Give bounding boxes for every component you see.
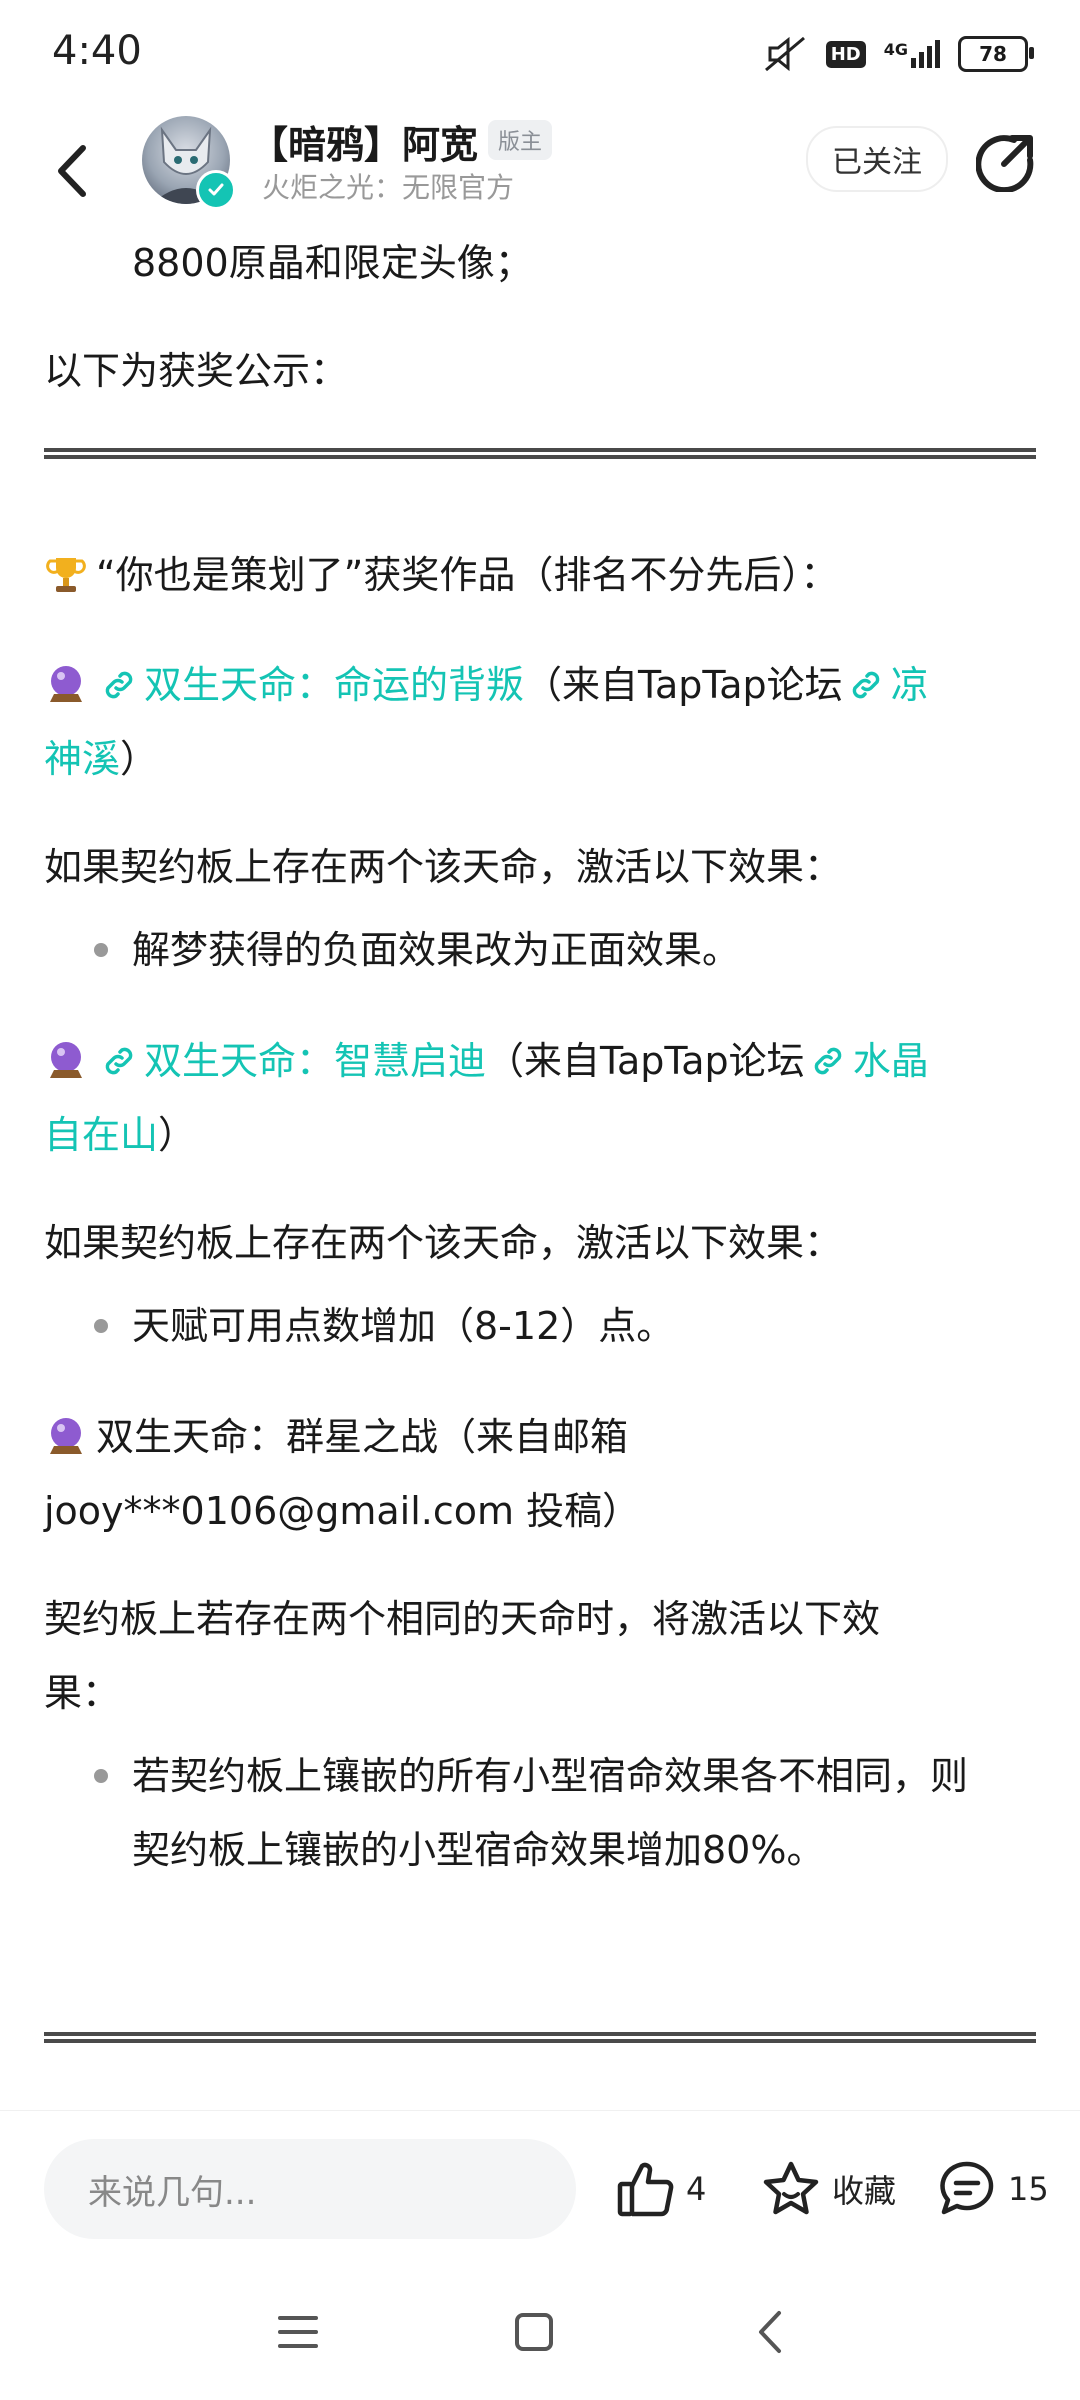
entry-2-link[interactable]: 双生天命：智慧启迪 xyxy=(144,1039,486,1083)
entry-3-title-text: 双生天命：群星之战（来自邮箱 xyxy=(96,1415,629,1459)
entry-1-link[interactable]: 双生天命：命运的背叛 xyxy=(144,663,524,707)
entry-2-title: 双生天命：智慧启迪（来自TapTap论坛 水晶 xyxy=(44,1024,1038,1098)
award-title-text: “你也是策划了”获奖作品（排名不分先后）： xyxy=(96,553,839,597)
menu-icon xyxy=(278,2316,318,2348)
entry-1-bullet: 解梦获得的负面效果改为正面效果。 xyxy=(132,928,741,972)
status-icons: HD 4G 78 xyxy=(762,30,1034,78)
bullet-dot xyxy=(94,1769,108,1783)
trophy-icon xyxy=(46,558,86,592)
link-icon xyxy=(814,1047,841,1075)
entry-1-effect-intro: 如果契约板上存在两个该天命，激活以下效果： xyxy=(44,845,843,889)
entry-1-source: （来自TapTap论坛 xyxy=(524,663,843,707)
like-button[interactable]: 4 xyxy=(614,2151,706,2227)
system-navigation-bar xyxy=(0,2262,1080,2400)
favorite-button[interactable]: 收藏 xyxy=(760,2151,896,2227)
link-icon xyxy=(105,671,133,699)
like-count: 4 xyxy=(686,2170,707,2208)
share-icon xyxy=(976,135,1034,192)
bullet-dot xyxy=(94,943,108,957)
entry-2-title-line2: 自在山） xyxy=(44,1098,1038,1172)
entry-2-bullet: 天赋可用点数增加（8-12）点。 xyxy=(132,1304,675,1348)
comment-count: 15 xyxy=(1008,2170,1049,2208)
entry-1-title: 双生天命：命运的背叛（来自TapTap论坛 凉 xyxy=(44,648,1038,722)
entry-1-title-line2: 神溪） xyxy=(44,722,1038,796)
thumbs-up-icon xyxy=(617,2162,674,2217)
entry-3-effect-intro: 契约板上若存在两个相同的天命时，将激活以下效 xyxy=(44,1597,881,1641)
crystal-ball-icon xyxy=(50,1042,82,1078)
favorite-label: 收藏 xyxy=(832,2172,897,2210)
signal-icon xyxy=(911,40,940,68)
hd-badge: HD xyxy=(825,40,866,68)
back-icon xyxy=(58,145,86,197)
home-square-icon xyxy=(515,2313,553,2351)
author-name[interactable]: 【暗鸦】阿宽 xyxy=(250,114,478,169)
entry-1-author-link[interactable]: 凉 xyxy=(891,663,929,707)
entry-2-effect-intro: 如果契约板上存在两个该天命，激活以下效果： xyxy=(44,1221,843,1265)
follow-button[interactable]: 已关注 xyxy=(806,126,948,192)
divider xyxy=(44,448,1036,459)
entry-3-bullet: 若契约板上镶嵌的所有小型宿命效果各不相同，则 xyxy=(132,1754,969,1798)
home-button[interactable] xyxy=(504,2302,564,2362)
award-title: “你也是策划了”获奖作品（排名不分先后）： xyxy=(44,538,1038,612)
moderator-badge: 版主 xyxy=(488,120,553,160)
menu-button[interactable] xyxy=(268,2302,328,2362)
verified-icon xyxy=(196,170,236,210)
network-indicator: 4G xyxy=(884,40,940,68)
bullet-dot xyxy=(94,1319,108,1333)
bottom-action-bar: 来说几句... 4 收藏 15 xyxy=(0,2110,1080,2261)
entry-3-effect-intro-line2: 果： xyxy=(44,1671,121,1715)
link-icon xyxy=(852,671,879,699)
entry-2-source-end: ） xyxy=(158,1113,197,1157)
entry-3-title-line2: jooy***0106@gmail.com 投稿） xyxy=(44,1489,641,1533)
crystal-ball-icon xyxy=(50,1418,82,1454)
star-icon xyxy=(763,2161,819,2215)
mute-icon xyxy=(764,36,805,72)
entry-3-bullet-line2: 契约板上镶嵌的小型宿命效果增加80%。 xyxy=(132,1828,825,1872)
prize-line: 8800原晶和限定头像； xyxy=(132,241,533,285)
comment-icon xyxy=(940,2161,994,2215)
comment-button[interactable]: 15 xyxy=(936,2151,1049,2227)
link-icon xyxy=(105,1047,133,1075)
comment-input[interactable]: 来说几句... xyxy=(44,2139,576,2239)
announce-line: 以下为获奖公示： xyxy=(44,349,349,393)
post-header: 【暗鸦】阿宽 版主 火炬之光：无限官方 已关注 xyxy=(0,112,1080,230)
entry-1-source-end: ） xyxy=(120,737,159,781)
author-subtitle: 火炬之光：无限官方 xyxy=(262,171,515,204)
nav-back-icon xyxy=(759,2311,781,2353)
entry-1-author-link-cont[interactable]: 神溪 xyxy=(44,737,120,781)
status-bar: 4:40 HD 4G 78 xyxy=(0,0,1080,110)
status-time: 4:40 xyxy=(52,28,142,74)
entry-2-author-link[interactable]: 水晶 xyxy=(853,1039,929,1083)
nav-back-button[interactable] xyxy=(740,2302,800,2362)
divider xyxy=(44,2032,1036,2043)
crystal-ball-icon xyxy=(50,666,82,702)
battery-icon: 78 xyxy=(958,36,1034,72)
back-button[interactable] xyxy=(42,134,102,208)
entry-2-source: （来自TapTap论坛 xyxy=(486,1039,805,1083)
battery-level: 78 xyxy=(979,42,1007,66)
network-label: 4G xyxy=(883,40,908,59)
entry-3-title: 双生天命：群星之战（来自邮箱 xyxy=(44,1400,1038,1474)
entry-2-author-link-cont[interactable]: 自在山 xyxy=(44,1113,158,1157)
share-button[interactable] xyxy=(972,128,1040,196)
